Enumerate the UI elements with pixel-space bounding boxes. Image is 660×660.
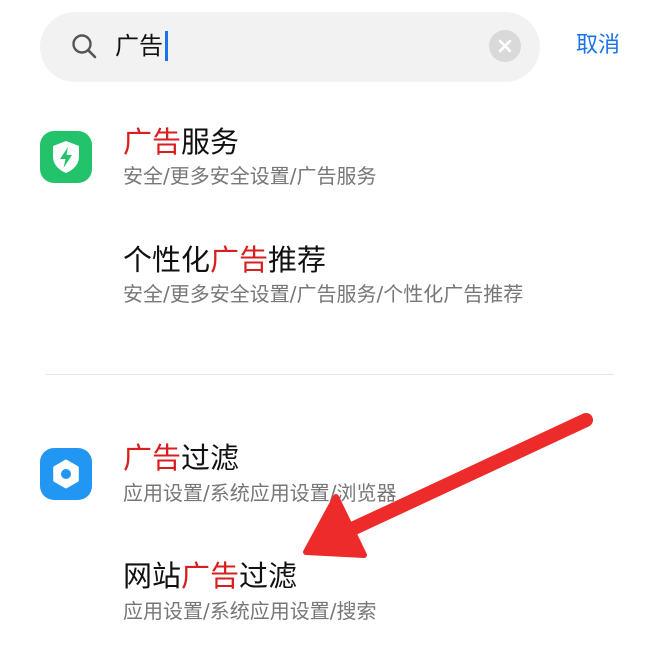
highlighted-keyword: 广告 xyxy=(123,441,182,475)
highlighted-keyword: 广告 xyxy=(181,559,240,593)
search-result-ad-service[interactable]: 广告服务 安全/更多安全设置/广告服务 xyxy=(0,120,660,200)
text-caret xyxy=(165,31,168,61)
cancel-button[interactable]: 取消 xyxy=(576,30,620,62)
highlighted-keyword: 广告 xyxy=(210,243,269,277)
result-path: 应用设置/系统应用设置/浏览器 xyxy=(123,481,397,505)
search-result-ad-filter[interactable]: 广告过滤 应用设置/系统应用设置/浏览器 xyxy=(0,438,660,518)
clear-search-button[interactable] xyxy=(489,30,521,62)
result-title: 个性化广告推荐 xyxy=(123,243,327,277)
result-title: 广告过滤 xyxy=(123,441,240,475)
result-path: 应用设置/系统应用设置/搜索 xyxy=(123,599,377,623)
close-icon xyxy=(498,39,512,53)
search-result-personalized-ads[interactable]: 个性化广告推荐 安全/更多安全设置/广告服务/个性化广告推荐 xyxy=(0,238,660,318)
result-title: 网站广告过滤 xyxy=(123,559,298,593)
section-divider xyxy=(46,374,614,375)
search-input[interactable]: 广告 xyxy=(115,29,168,63)
search-result-website-ad-filter[interactable]: 网站广告过滤 应用设置/系统应用设置/搜索 xyxy=(0,556,660,636)
result-path: 安全/更多安全设置/广告服务 xyxy=(123,164,377,188)
highlighted-keyword: 广告 xyxy=(123,125,182,159)
result-title: 广告服务 xyxy=(123,125,240,159)
result-path: 安全/更多安全设置/广告服务/个性化广告推荐 xyxy=(123,282,524,306)
search-query: 广告 xyxy=(115,32,163,60)
search-icon xyxy=(72,34,97,59)
